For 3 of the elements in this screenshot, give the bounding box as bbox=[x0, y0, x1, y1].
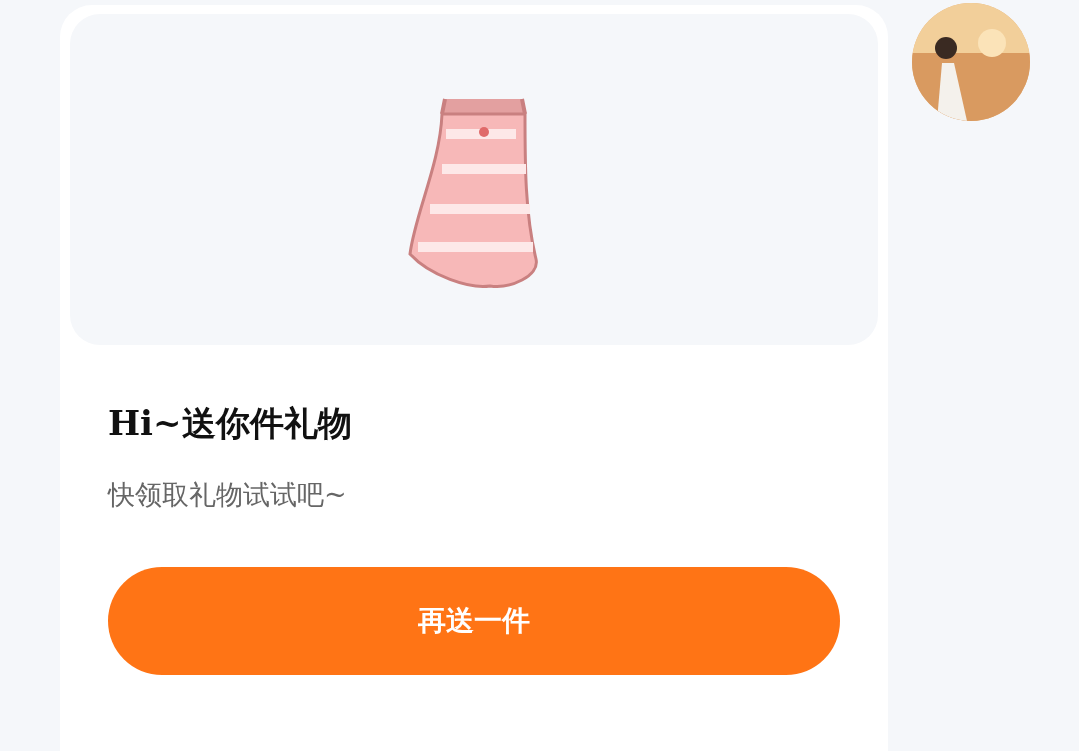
send-again-button[interactable]: 再送一件 bbox=[108, 567, 840, 675]
gift-subtitle: 快领取礼物试试吧~ bbox=[108, 478, 348, 512]
gift-title: Hi~送你件礼物 bbox=[108, 402, 353, 445]
